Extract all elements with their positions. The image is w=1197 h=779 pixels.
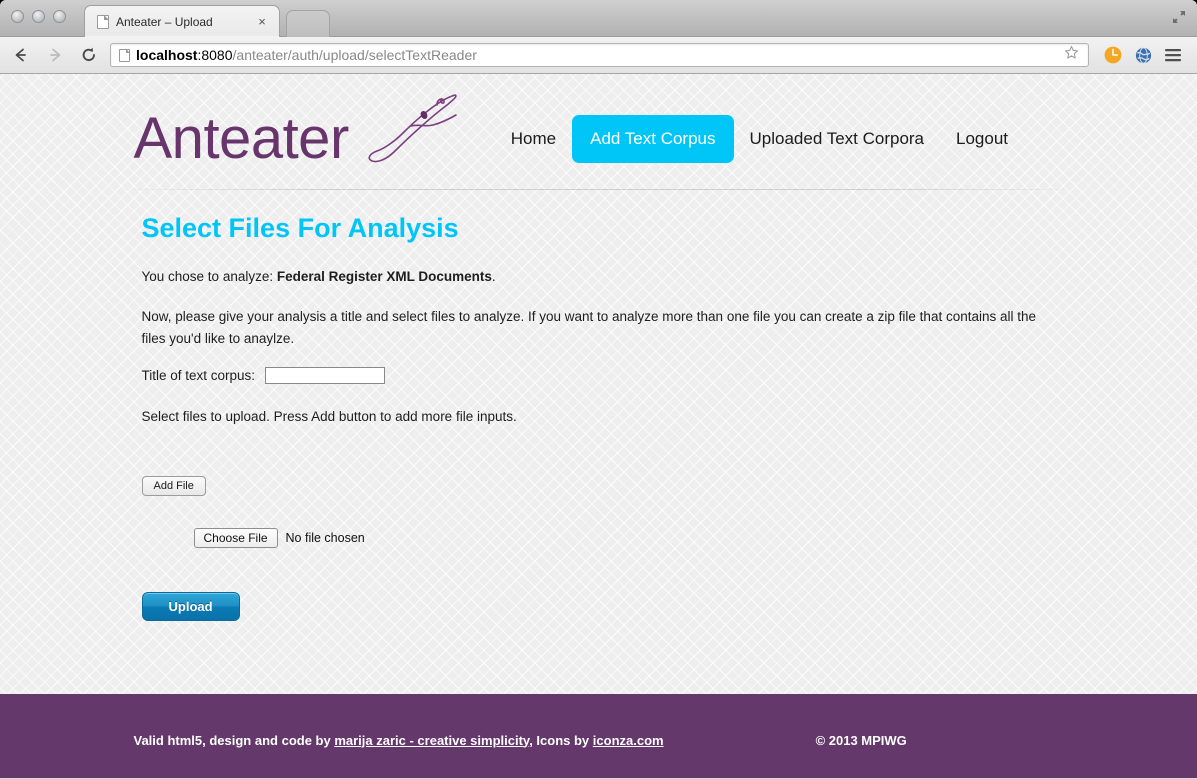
browser-tab-title: Anteater – Upload bbox=[116, 14, 213, 29]
corpus-title-label: Title of text corpus: bbox=[141, 368, 256, 384]
url-host: localhost bbox=[136, 47, 198, 63]
url-port: :8080 bbox=[197, 47, 233, 63]
chosen-reader-text: You chose to analyze: Federal Register X… bbox=[142, 266, 1052, 288]
nav-item-add-text-corpus[interactable]: Add Text Corpus bbox=[572, 114, 734, 163]
browser-tab-strip: Anteater – Upload × bbox=[0, 0, 1197, 38]
nav-item-home[interactable]: Home bbox=[495, 115, 572, 163]
hamburger-menu-icon[interactable] bbox=[1159, 41, 1187, 69]
footer-link-designer[interactable]: marija zaric - creative simplicity bbox=[334, 733, 529, 748]
file-chosen-status: No file chosen bbox=[285, 530, 365, 545]
window-minimize-button[interactable] bbox=[32, 10, 45, 23]
file-input-row: Choose File No file chosen bbox=[193, 527, 1064, 548]
tab-close-icon[interactable]: × bbox=[254, 14, 270, 30]
site-header: Anteater Home Add Text Corpus Uploaded T… bbox=[134, 74, 1064, 189]
add-file-button[interactable]: Add File bbox=[141, 475, 206, 496]
footer-credits-prefix: Valid html5, design and code by bbox=[133, 732, 335, 748]
footer-link-icons[interactable]: iconza.com bbox=[593, 733, 664, 748]
page-viewport: Anteater Home Add Text Corpus Uploaded T… bbox=[0, 74, 1197, 778]
address-bar[interactable]: localhost:8080/anteater/auth/upload/sele… bbox=[110, 43, 1089, 67]
new-tab-button[interactable] bbox=[286, 10, 330, 37]
instructions-text: Now, please give your analysis a title a… bbox=[141, 308, 1037, 346]
bookmark-star-icon[interactable] bbox=[1064, 45, 1079, 65]
page-document-icon bbox=[97, 14, 109, 29]
corpus-title-input[interactable] bbox=[265, 367, 386, 385]
main-content: Select Files For Analysis You chose to a… bbox=[134, 190, 1064, 621]
globe-extension-icon[interactable] bbox=[1129, 41, 1157, 69]
nav-item-logout[interactable]: Logout bbox=[940, 115, 1024, 163]
nav-item-uploaded-text-corpora[interactable]: Uploaded Text Corpora bbox=[734, 115, 941, 163]
orange-clock-extension-icon[interactable] bbox=[1099, 41, 1127, 69]
url-path: /anteater/auth/upload/selectTextReader bbox=[232, 47, 477, 63]
fullscreen-expand-icon[interactable] bbox=[1167, 5, 1191, 29]
footer-credits-middle: , Icons by bbox=[529, 732, 593, 748]
select-files-text: Select files to upload. Press Add button… bbox=[141, 409, 517, 425]
chosen-reader-suffix: . bbox=[491, 269, 496, 285]
site-document-icon bbox=[119, 48, 130, 62]
forward-arrow-icon[interactable] bbox=[42, 42, 68, 68]
corpus-title-row: Title of text corpus: bbox=[141, 367, 1064, 385]
chosen-reader-value: Federal Register XML Documents bbox=[276, 269, 492, 285]
footer-credits: Valid html5, design and code by marija z… bbox=[134, 733, 664, 748]
back-arrow-icon[interactable] bbox=[8, 42, 34, 68]
browser-window: Anteater – Upload × localhost:8080/antea… bbox=[0, 0, 1197, 779]
footer-copyright: © 2013 MPIWG bbox=[815, 732, 907, 748]
upload-button[interactable]: Upload bbox=[141, 591, 240, 621]
browser-toolbar: localhost:8080/anteater/auth/upload/sele… bbox=[0, 37, 1197, 74]
main-navigation: Home Add Text Corpus Uploaded Text Corpo… bbox=[495, 114, 1024, 163]
window-maximize-button[interactable] bbox=[53, 10, 66, 23]
address-bar-url: localhost:8080/anteater/auth/upload/sele… bbox=[136, 47, 1060, 63]
anteater-head-logo-icon bbox=[359, 91, 463, 168]
site-brand[interactable]: Anteater bbox=[133, 94, 463, 171]
footer-inner: Valid html5, design and code by marija z… bbox=[134, 733, 1064, 748]
brand-name: Anteater bbox=[133, 105, 350, 171]
site-footer: Valid html5, design and code by marija z… bbox=[0, 694, 1197, 778]
window-close-button[interactable] bbox=[11, 10, 24, 23]
page-title: Select Files For Analysis bbox=[141, 213, 459, 243]
reload-icon[interactable] bbox=[76, 42, 102, 68]
window-traffic-lights bbox=[11, 10, 66, 23]
choose-file-button[interactable]: Choose File bbox=[193, 527, 278, 548]
browser-tab[interactable]: Anteater – Upload × bbox=[84, 5, 280, 38]
chosen-reader-prefix: You chose to analyze: bbox=[141, 269, 277, 285]
